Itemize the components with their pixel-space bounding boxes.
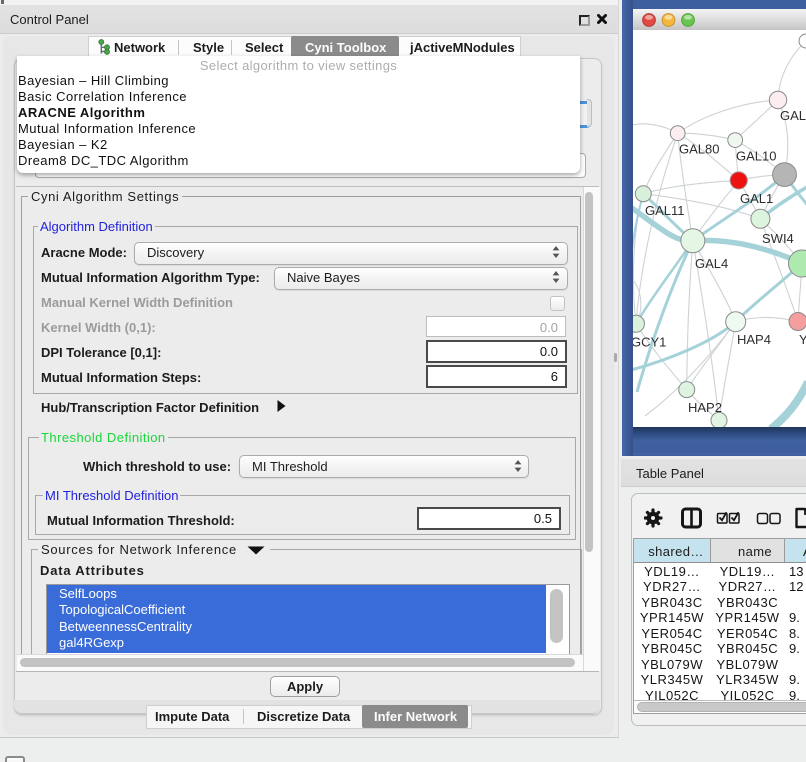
svg-text:GALS: GALS	[780, 108, 806, 123]
svg-text:Y: Y	[799, 332, 806, 347]
svg-text:GAL4: GAL4	[695, 256, 728, 271]
svg-text:SWI4: SWI4	[762, 231, 794, 246]
svg-text:GAL11: GAL11	[645, 203, 685, 218]
svg-text:GCY1: GCY1	[633, 335, 666, 350]
svg-text:GAL1: GAL1	[740, 191, 773, 206]
svg-text:HAP2: HAP2	[688, 400, 722, 415]
svg-text:GAL10: GAL10	[736, 149, 776, 164]
svg-text:HAP4: HAP4	[737, 332, 771, 347]
svg-text:GAL80: GAL80	[679, 142, 719, 157]
